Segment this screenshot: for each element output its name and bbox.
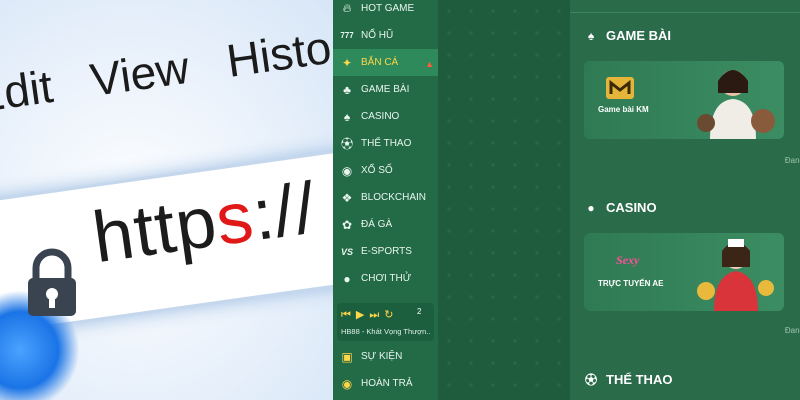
- play-icon[interactable]: ▶︎: [356, 309, 364, 321]
- previous-icon[interactable]: ⏮︎: [341, 309, 351, 321]
- gamepad-icon: ●: [343, 271, 351, 286]
- sidebar-item-game-bai[interactable]: ♣ GAME BÀI: [333, 76, 438, 103]
- sidebar-item-label: SỰ KIỆN: [361, 351, 403, 362]
- status-note: Đang: [784, 326, 800, 335]
- status-note: Đang: [784, 156, 800, 165]
- sidebar-item-label: THỂ THAO: [361, 138, 412, 149]
- slot-777-icon: 777: [340, 31, 354, 40]
- cards-icon: ♣: [343, 82, 351, 97]
- music-player: ⏮︎ ▶︎ ⏭︎ ↻ 2 HB88 - Khát Vọng Thượn...: [337, 303, 434, 341]
- repeat-icon[interactable]: ↻: [384, 309, 393, 321]
- sidebar-item-hot-game[interactable]: 🔥︎ HOT GAME: [333, 0, 438, 22]
- section-title-text: GAME BÀI: [606, 28, 671, 43]
- section-title-casino: ● CASINO: [582, 200, 657, 215]
- soccer-ball-icon: ⚽︎: [340, 137, 353, 151]
- m-logo-icon: [606, 77, 634, 99]
- sidebar-item-casino[interactable]: ♠ CASINO: [333, 103, 438, 130]
- vs-icon: VS: [340, 246, 353, 257]
- next-icon[interactable]: ⏭︎: [369, 309, 379, 321]
- player-controls: ⏮︎ ▶︎ ⏭︎ ↻: [341, 308, 399, 322]
- card-label: TRỰC TUYẾN AE: [598, 279, 664, 288]
- sidebar-item-su-kien[interactable]: ▣ SỰ KIỆN: [333, 343, 438, 370]
- menu-history: Histo: [223, 20, 333, 87]
- lock-icon: [28, 248, 76, 316]
- casino-ae-card[interactable]: Sexy TRỰC TUYẾN AE: [584, 233, 784, 311]
- section-title-text: THỂ THAO: [606, 372, 673, 387]
- sidebar-item-label: NỔ HŨ: [361, 30, 394, 41]
- coin-icon: ◉: [341, 376, 353, 391]
- sidebar-item-no-hu[interactable]: 777 NỔ HŨ: [333, 22, 438, 49]
- hot-badge-icon: ▲: [425, 59, 434, 69]
- dealer-icon: ♠: [343, 109, 351, 124]
- game-bai-km-card[interactable]: Game bài KM: [584, 61, 784, 139]
- card-label: Game bài KM: [598, 105, 649, 114]
- section-title-game-bai: ♠ GAME BÀI: [582, 28, 671, 43]
- main-content: ♠ GAME BÀI Game bài KM Đang ● CASINO Sex…: [570, 0, 800, 400]
- rooster-icon: ✿: [341, 217, 353, 232]
- sidebar-item-choi-thu[interactable]: ● CHƠI THỬ: [333, 265, 438, 292]
- sidebar-item-xo-so[interactable]: ◉ XỔ SỐ: [333, 157, 438, 184]
- dealer-avatar-icon: ●: [587, 200, 595, 215]
- flame-icon: 🔥︎: [342, 1, 352, 15]
- sidebar-item-blockchain[interactable]: ❖ BLOCKCHAIN: [333, 184, 438, 211]
- browser-menubar: Edit View Histo: [0, 12, 333, 160]
- sidebar-item-da-ga[interactable]: ✿ ĐÁ GÀ: [333, 211, 438, 238]
- sidebar-item-ban-ca[interactable]: ✦ BẮN CÁ ▲: [333, 49, 438, 76]
- gift-icon: ▣: [341, 349, 353, 364]
- background-pattern: [438, 0, 570, 400]
- song-title: HB88 - Khát Vọng Thượn...: [341, 327, 431, 336]
- sidebar-item-label: BLOCKCHAIN: [361, 192, 427, 203]
- dealer-figure-icon: [697, 70, 775, 139]
- sexy-logo: Sexy: [616, 253, 640, 267]
- sidebar-item-label: BẮN CÁ: [361, 57, 399, 68]
- sidebar-item-label: GAME BÀI: [361, 84, 410, 95]
- sidebar-item-label: CASINO: [361, 111, 400, 122]
- menu-edit: Edit: [0, 59, 56, 123]
- section-title-text: CASINO: [606, 200, 657, 215]
- sidebar-item-label: XỔ SỐ: [361, 165, 393, 176]
- playlist-count: 2: [417, 307, 422, 316]
- sidebar-item-e-sports[interactable]: VS E-SPORTS: [333, 238, 438, 265]
- sidebar-item-the-thao[interactable]: ⚽︎ THỂ THAO: [333, 130, 438, 157]
- sidebar-item-label: HOT GAME: [361, 3, 415, 14]
- soccer-ball-icon: ⚽︎: [584, 373, 597, 387]
- fish-icon: ✦: [341, 55, 353, 70]
- sidebar-item-label: CHƠI THỬ: [361, 273, 412, 284]
- divider: [570, 12, 800, 13]
- sidebar-item-hoan-tra[interactable]: ◉ HOÀN TRẢ: [333, 370, 438, 397]
- eye-icon: ◉: [341, 163, 353, 178]
- sidebar-item-label: ĐÁ GÀ: [361, 219, 393, 230]
- sidebar-item-label: E-SPORTS: [361, 246, 412, 257]
- section-title-the-thao: ⚽︎ THỂ THAO: [582, 372, 672, 387]
- menu-view: View: [87, 40, 193, 107]
- blockchain-icon: ❖: [341, 190, 353, 205]
- cards-icon: ♠: [587, 28, 595, 43]
- dealer-figure-icon: [697, 239, 774, 311]
- sidebar: 🔥︎ HOT GAME 777 NỔ HŨ ✦ BẮN CÁ ▲ ♣ GAME …: [333, 0, 438, 400]
- hero-photo: Edit View Histo https://: [0, 0, 333, 400]
- sidebar-item-label: HOÀN TRẢ: [361, 378, 413, 389]
